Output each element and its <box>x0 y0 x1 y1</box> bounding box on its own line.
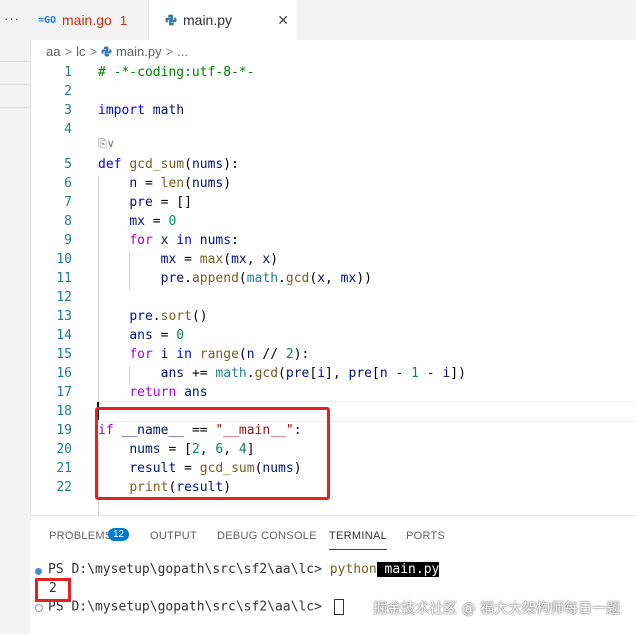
line-number: 10 <box>56 252 72 267</box>
code-line[interactable]: 3 import math <box>30 101 636 120</box>
problem-count-badge: 1 <box>119 12 128 28</box>
command-success-icon <box>35 568 42 575</box>
breadcrumb-item-aa[interactable]: aa <box>46 44 60 59</box>
terminal-prompt: PS D:\mysetup\gopath\src\sf2\aa\lc> <box>48 599 330 615</box>
code-text: ans += math.gcd(pre[i], pre[n - 1 - i]) <box>160 366 466 381</box>
breadcrumb: aa > lc > main.py > ... <box>46 42 192 60</box>
code-line[interactable]: 1 # -*-coding:utf-8-*- <box>30 63 636 82</box>
go-file-icon: =GO <box>38 14 57 26</box>
watermark: 掘金技术社区 @ 福大大架构师每日一题 <box>373 601 620 617</box>
code-line[interactable]: 16 ans += math.gcd(pre[i], pre[n - 1 - i… <box>30 364 636 383</box>
tab-main-py[interactable]: main.py ✕ <box>149 0 297 40</box>
activity-strip: ··· <box>0 0 31 634</box>
line-number: 6 <box>64 176 72 191</box>
python-file-icon <box>165 14 177 26</box>
line-number: 15 <box>56 347 72 362</box>
tab-debug-console[interactable]: DEBUG CONSOLE <box>217 530 317 542</box>
tab-main-go[interactable]: =GO main.go 1 <box>30 0 149 40</box>
code-text: pre.sort() <box>129 309 208 324</box>
line-number: 14 <box>56 328 72 343</box>
tab-label: main.go <box>62 12 112 28</box>
panel-tabs: PROBLEMS 12 OUTPUT DEBUG CONSOLE TERMINA… <box>30 516 636 556</box>
code-text: import math <box>98 103 185 118</box>
code-text: pre.append(math.gcd(x, mx)) <box>160 271 372 286</box>
line-number: 21 <box>56 461 72 476</box>
code-text: ans = 0 <box>129 328 185 343</box>
tab-output[interactable]: OUTPUT <box>150 530 197 542</box>
divider <box>0 107 30 108</box>
line-number: 19 <box>56 423 72 438</box>
chevron-right-icon: > <box>64 43 73 59</box>
code-text: mx = 0 <box>129 214 177 229</box>
terminal-command: python <box>329 562 377 577</box>
line-number: 18 <box>56 404 72 419</box>
divider <box>0 84 30 85</box>
code-line[interactable]: 13 pre.sort() <box>30 307 636 326</box>
line-number: 3 <box>64 103 72 118</box>
line-number: 20 <box>56 442 72 457</box>
code-line[interactable]: 12 <box>30 288 636 307</box>
tab-ports[interactable]: PORTS <box>406 530 445 542</box>
line-number: 9 <box>64 233 72 248</box>
line-number: 11 <box>56 271 72 286</box>
code-text: n = len(nums) <box>129 176 232 191</box>
line-number: 7 <box>64 195 72 210</box>
code-text: return ans <box>129 385 208 400</box>
command-pending-icon <box>35 604 43 612</box>
highlight-box <box>95 407 330 500</box>
code-text: for x in nums: <box>129 233 239 248</box>
line-number: 16 <box>56 366 72 381</box>
line-number: 1 <box>64 65 72 80</box>
tab-problems[interactable]: PROBLEMS <box>49 530 113 542</box>
code-line[interactable]: 9 for x in nums: <box>30 231 636 250</box>
codelens-actions[interactable]: ⎘∨ <box>98 137 115 151</box>
code-line[interactable]: 5 def gcd_sum(nums): <box>30 155 636 174</box>
terminal-argument: main.py <box>376 562 440 577</box>
code-line[interactable]: 2 <box>30 82 636 101</box>
output-highlight-box <box>35 578 71 602</box>
line-number: 4 <box>64 122 72 137</box>
line-number: 5 <box>64 157 72 172</box>
terminal-line: PS D:\mysetup\gopath\src\sf2\aa\lc> pyth… <box>48 562 440 577</box>
code-line[interactable]: 15 for i in range(n // 2): <box>30 345 636 364</box>
code-text: # -*-coding:utf-8-*- <box>98 65 255 80</box>
line-number: 8 <box>64 214 72 229</box>
more-actions-icon[interactable]: ··· <box>4 11 20 26</box>
code-text: for i in range(n // 2): <box>129 347 310 362</box>
code-line[interactable]: 17 return ans <box>30 383 636 402</box>
terminal-cursor <box>333 599 344 615</box>
line-number: 13 <box>56 309 72 324</box>
code-line[interactable]: 6 n = len(nums) <box>30 174 636 193</box>
line-number: 22 <box>56 480 72 495</box>
code-line[interactable]: 7 pre = [] <box>30 193 636 212</box>
code-line[interactable]: 14 ans = 0 <box>30 326 636 345</box>
code-line[interactable]: 4 <box>30 120 636 139</box>
python-file-icon <box>101 45 112 57</box>
terminal-prompt: PS D:\mysetup\gopath\src\sf2\aa\lc> <box>48 562 330 577</box>
code-line[interactable]: 8 mx = 0 <box>30 212 636 231</box>
divider <box>0 61 30 62</box>
line-number: 2 <box>64 84 72 99</box>
code-text: def gcd_sum(nums): <box>98 157 239 172</box>
breadcrumb-item-more[interactable]: ... <box>177 44 188 59</box>
chevron-right-icon: > <box>165 43 174 59</box>
chevron-right-icon: > <box>89 43 98 59</box>
problems-count-badge: 12 <box>108 528 130 541</box>
close-icon[interactable]: ✕ <box>277 12 289 29</box>
editor-tab-bar: =GO main.go 1 main.py ✕ <box>30 0 636 40</box>
code-text: mx = max(mx, x) <box>160 252 279 267</box>
tab-terminal[interactable]: TERMINAL <box>329 530 388 550</box>
breadcrumb-item-lc[interactable]: lc <box>76 44 85 59</box>
breadcrumb-item-file[interactable]: main.py <box>116 44 162 59</box>
code-line[interactable]: 10 mx = max(mx, x) <box>30 250 636 269</box>
code-text: pre = [] <box>129 195 192 210</box>
line-number: 12 <box>56 290 72 305</box>
tab-label: main.py <box>183 12 233 28</box>
code-line[interactable]: 11 pre.append(math.gcd(x, mx)) <box>30 269 636 288</box>
terminal-line: PS D:\mysetup\gopath\src\sf2\aa\lc> <box>48 599 344 615</box>
line-number: 17 <box>56 385 72 400</box>
